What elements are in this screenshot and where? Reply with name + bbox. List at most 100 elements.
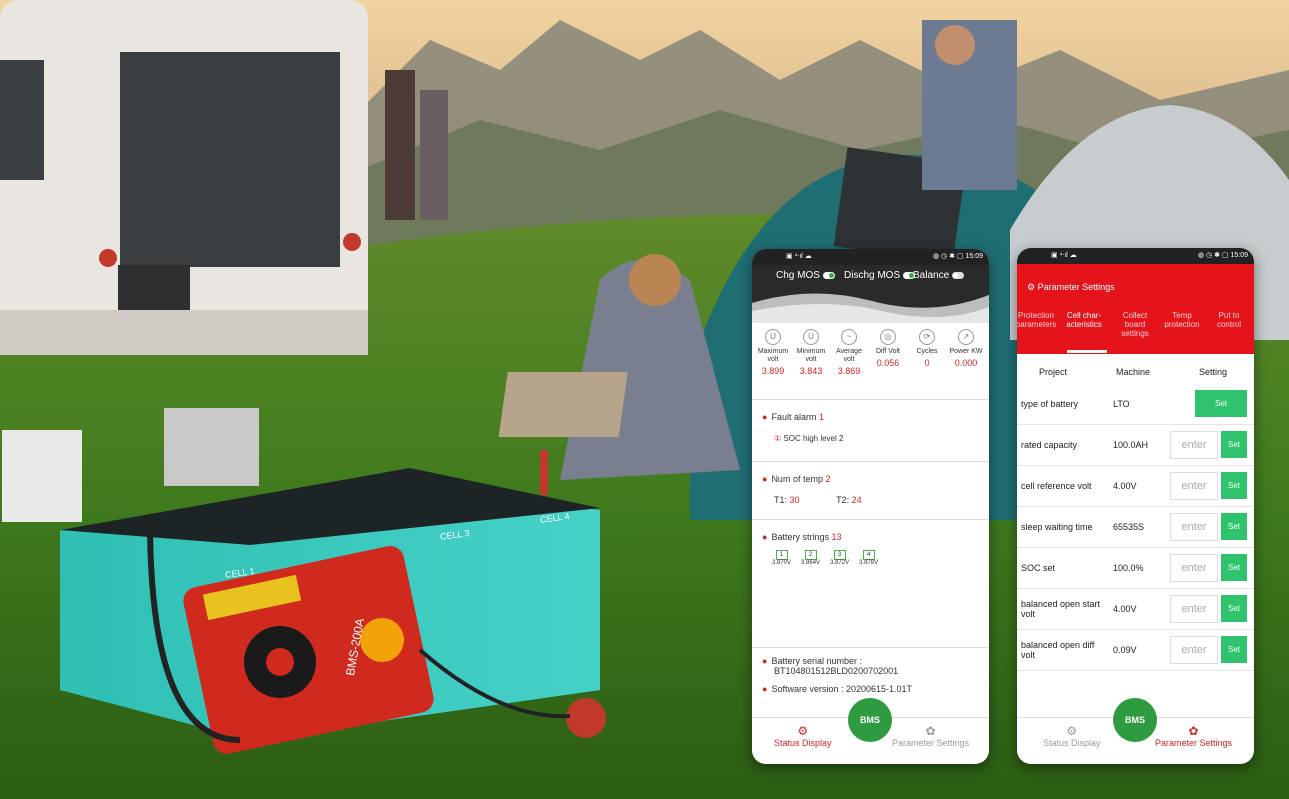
balance-toggle[interactable]: Balance — [913, 270, 965, 281]
stat-min-volt: U Minimum volt 3.843 — [792, 329, 830, 376]
status-left: ▣ ⁴ᐧıl ☁ — [786, 253, 812, 260]
status-icon: ⚙ — [797, 724, 809, 738]
page-title: ⚙ Parameter Settings — [1027, 282, 1115, 292]
chg-mos-label: Chg MOS — [776, 270, 820, 281]
fault-alarm-section: ● Fault alarm 1 ① SOC high level 2 — [752, 399, 989, 462]
num-temp-count: 2 — [825, 474, 831, 484]
cell-item: 2 3.864V — [801, 550, 821, 566]
status-display-phone: ▣ ⁴ᐧıl ☁ ◍ ◷ ✱ ▢ 15:09 Chg MOS Dischg MO… — [752, 249, 989, 764]
fault-alarm-label: Fault alarm — [771, 412, 817, 422]
value-input[interactable]: enter — [1170, 472, 1218, 500]
set-button[interactable]: Set — [1221, 513, 1247, 540]
bullet-icon: ● — [762, 412, 768, 422]
mos-header: Chg MOS Dischg MOS Balance — [752, 265, 989, 323]
table-row: balanced open start volt 4.00V enter Set — [1017, 589, 1254, 630]
col-project: Project — [1039, 367, 1068, 377]
software-value: 20200615-1.01T — [845, 684, 913, 694]
table-header: Project Machine Setting — [1017, 354, 1254, 388]
col-machine: Machine — [1116, 367, 1151, 377]
bottom-nav: BMS ⚙ Status Display ✿ Parameter Settings — [1017, 698, 1254, 764]
strings-count: 13 — [831, 532, 842, 542]
value-input[interactable]: enter — [1170, 595, 1218, 623]
nav-parameter-settings[interactable]: ✿ Parameter Settings — [892, 724, 969, 748]
tab-protection[interactable]: Protection parameters — [1017, 311, 1059, 329]
settings-icon: ✿ — [925, 724, 936, 738]
bullet-icon: ● — [762, 656, 768, 666]
tab-collect-board[interactable]: Collect board settings — [1112, 311, 1158, 338]
dischg-mos-toggle[interactable]: Dischg MOS — [844, 270, 916, 281]
gear-icon: ⚙ — [1027, 282, 1036, 292]
stat-power: ↗ Power KW 0.000 — [947, 329, 985, 368]
num-temp-label: Num of temp — [771, 474, 823, 484]
tab-put-to-control[interactable]: Put to control — [1206, 311, 1252, 329]
stat-cycles: ⟳ Cycles 0 — [908, 329, 946, 368]
volt-icon: U — [765, 329, 781, 345]
cycles-icon: ⟳ — [919, 329, 935, 345]
set-button[interactable]: Set — [1221, 431, 1247, 458]
tab-temp-protection[interactable]: Temp protection — [1159, 311, 1205, 329]
cell-item: 1 3.870V — [772, 550, 792, 566]
bullet-icon: ● — [762, 684, 768, 694]
set-button[interactable]: Set — [1221, 636, 1247, 663]
status-right: ◍ ◷ ✱ ▢ 15:09 — [933, 253, 983, 260]
value-input[interactable]: enter — [1170, 636, 1218, 664]
col-setting: Setting — [1199, 367, 1228, 377]
bottom-nav: BMS ⚙ Status Display ✿ Parameter Settings — [752, 698, 989, 764]
stat-diff-volt: ◎ Diff Volt 0.056 — [869, 329, 907, 368]
fault-item: SOC high level 2 — [783, 434, 844, 443]
parameter-settings-phone: ▣ ⁴ᐧıl ☁ ◍ ◷ ✱ ▢ 15:09 ⚙ Parameter Setti… — [1017, 248, 1254, 764]
fault-alarm-count: 1 — [818, 412, 824, 422]
cell-list: 1 3.870V 2 3.864V 3 3.872V 4 3.878V — [772, 550, 989, 566]
stat-max-volt: U Maximum volt 3.899 — [754, 329, 792, 376]
temp-section: ● Num of temp 2 T1: 30 T2: 24 — [752, 461, 989, 520]
table-row: type of battery LTO Set — [1017, 384, 1254, 425]
table-row: SOC set 100.0% enter Set — [1017, 548, 1254, 589]
t1-value: 30 — [789, 495, 800, 505]
table-row: balanced open diff volt 0.09V enter Set — [1017, 630, 1254, 671]
settings-icon: ✿ — [1188, 724, 1199, 738]
table-row: cell reference volt 4.00V enter Set — [1017, 466, 1254, 507]
set-button[interactable]: Set — [1221, 595, 1247, 622]
bullet-icon: ● — [762, 474, 768, 484]
volt-icon: U — [803, 329, 819, 345]
t2-label: T2: — [836, 495, 850, 505]
status-left: ▣ ⁴ᐧıl ☁ — [1051, 252, 1077, 259]
bms-hub-button[interactable]: BMS — [848, 698, 892, 742]
cell-item: 4 3.878V — [859, 550, 879, 566]
bms-hub-button[interactable]: BMS — [1113, 698, 1157, 742]
value-input[interactable]: enter — [1170, 431, 1218, 459]
cell-item: 3 3.872V — [830, 550, 850, 566]
status-bar: ▣ ⁴ᐧıl ☁ ◍ ◷ ✱ ▢ 15:09 — [1017, 248, 1254, 264]
strings-label: Battery strings — [771, 532, 829, 542]
value-input[interactable]: enter — [1170, 554, 1218, 582]
tab-cell-characteristics[interactable]: Cell char- acteristics — [1061, 311, 1107, 329]
wave-icon: ~ — [841, 329, 857, 345]
diff-icon: ◎ — [880, 329, 896, 345]
balance-label: Balance — [913, 270, 950, 281]
status-bar: ▣ ⁴ᐧıl ☁ ◍ ◷ ✱ ▢ 15:09 — [752, 249, 989, 265]
nav-status-display[interactable]: ⚙ Status Display — [774, 724, 832, 748]
power-icon: ↗ — [958, 329, 974, 345]
table-row: sleep waiting time 65535S enter Set — [1017, 507, 1254, 548]
software-label: Software version : — [771, 684, 844, 694]
bullet-icon: ● — [762, 532, 768, 542]
set-button[interactable]: Set — [1195, 390, 1247, 417]
status-right: ◍ ◷ ✱ ▢ 15:09 — [1198, 252, 1248, 259]
set-button[interactable]: Set — [1221, 554, 1247, 581]
t1-label: T1: — [774, 495, 788, 505]
dischg-mos-label: Dischg MOS — [844, 270, 901, 281]
value-input[interactable]: enter — [1170, 513, 1218, 541]
stat-avg-volt: ~ Average volt 3.869 — [830, 329, 868, 376]
status-icon: ⚙ — [1066, 724, 1078, 738]
nav-parameter-settings[interactable]: ✿ Parameter Settings — [1155, 724, 1232, 748]
tab-indicator — [1067, 350, 1107, 353]
serial-value: BT104801512BLD0200702001 — [774, 666, 899, 676]
t2-value: 24 — [851, 495, 862, 505]
table-row: rated capacity 100.0AH enter Set — [1017, 425, 1254, 466]
alarm-icon: ① — [774, 434, 782, 443]
settings-header: ⚙ Parameter Settings Protection paramete… — [1017, 264, 1254, 354]
nav-status-display[interactable]: ⚙ Status Display — [1043, 724, 1101, 748]
set-button[interactable]: Set — [1221, 472, 1247, 499]
chg-mos-toggle[interactable]: Chg MOS — [776, 270, 835, 281]
strings-section: ● Battery strings 13 1 3.870V 2 3.864V 3 3.8… — [752, 519, 989, 648]
